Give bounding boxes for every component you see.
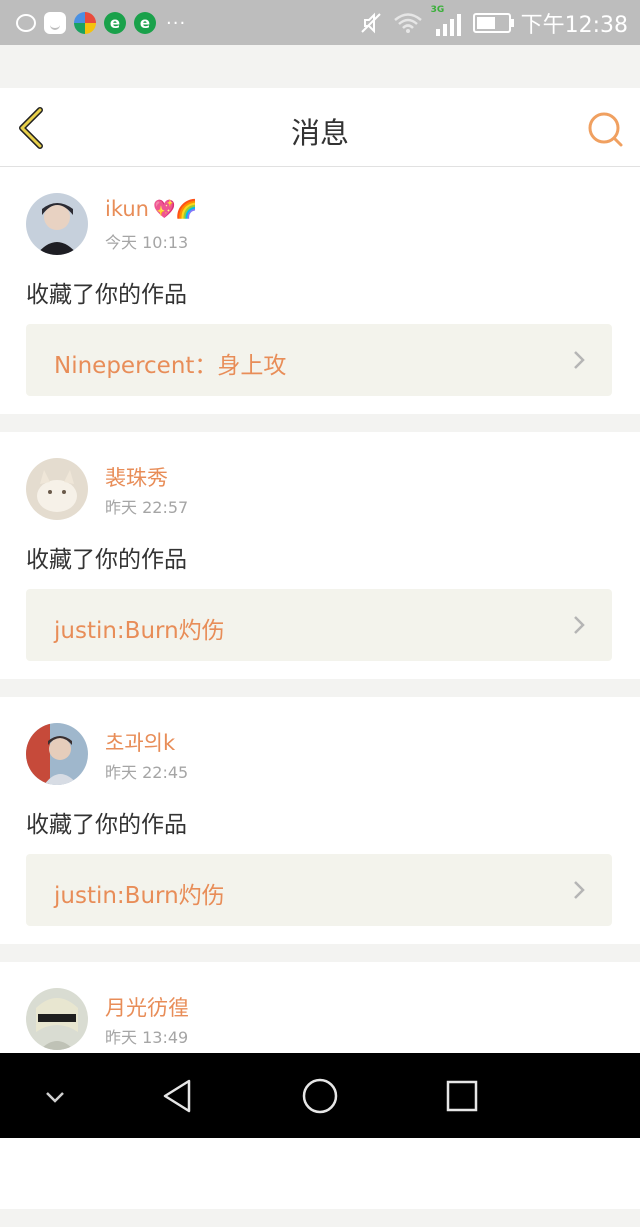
timestamp: 今天 10:13 (105, 233, 189, 252)
message-item: ikun 💖🌈 今天 10:13 收藏了你的作品 Ninepercent：身上攻 (0, 167, 640, 414)
chat-bubble-icon (16, 14, 36, 32)
nav-hide-button[interactable] (30, 1071, 80, 1121)
system-icons: 3G 下午12:38 (359, 5, 628, 40)
avatar[interactable] (26, 723, 88, 785)
avatar[interactable] (26, 458, 88, 520)
chevron-down-icon (46, 1092, 64, 1103)
top-bar: 消息 (0, 88, 640, 167)
username-text: 月光彷徨 (105, 996, 189, 1020)
circle-home-icon (302, 1078, 338, 1114)
mute-icon (360, 12, 381, 34)
battery-icon (472, 13, 514, 33)
spacer (0, 45, 640, 88)
work-link[interactable]: justin:Burn灼伤 (26, 854, 612, 926)
status-bar: e e ··· 3G 下午12:38 (0, 0, 640, 45)
nav-back-button[interactable] (153, 1071, 203, 1121)
username-text: ikun (105, 197, 149, 221)
more-notifications-icon: ··· (166, 12, 187, 34)
chevron-right-icon (574, 881, 585, 899)
system-nav-bar (0, 1053, 640, 1138)
work-title: justin:Burn灼伤 (54, 883, 225, 909)
username-text: 裴珠秀 (105, 466, 168, 490)
username[interactable]: 月光彷徨 (105, 992, 189, 1022)
username-text: 초과의k (105, 731, 176, 755)
username[interactable]: ikun 💖🌈 (105, 197, 198, 221)
username[interactable]: 裴珠秀 (105, 462, 168, 492)
square-recent-icon (446, 1080, 478, 1112)
chevron-right-icon (574, 616, 585, 634)
nav-home-button[interactable] (295, 1071, 345, 1121)
action-text: 收藏了你的作品 (26, 282, 187, 308)
work-title: justin:Burn灼伤 (54, 618, 225, 644)
notification-icons: e e ··· (16, 9, 186, 37)
message-item: 초과의k 昨天 22:45 收藏了你的作品 justin:Burn灼伤 (0, 697, 640, 944)
browser-e-icon: e (134, 12, 156, 34)
work-link[interactable]: justin:Burn灼伤 (26, 589, 612, 661)
browser-e-icon: e (104, 12, 126, 34)
work-title: Ninepercent：身上攻 (54, 353, 287, 379)
avatar[interactable] (26, 988, 88, 1050)
timestamp: 昨天 22:45 (105, 763, 189, 782)
action-text: 收藏了你的作品 (26, 812, 187, 838)
avatar[interactable] (26, 193, 88, 255)
page-title: 消息 (290, 116, 349, 150)
triangle-back-icon (163, 1079, 191, 1113)
clock: 下午12:38 (520, 13, 628, 38)
timestamp: 昨天 22:57 (105, 498, 189, 517)
cell-signal-icon: 3G (431, 5, 463, 37)
wifi-icon (393, 13, 422, 33)
nav-recent-button[interactable] (437, 1071, 487, 1121)
message-item: 裴珠秀 昨天 22:57 收藏了你的作品 justin:Burn灼伤 (0, 432, 640, 679)
timestamp: 昨天 13:49 (105, 1028, 189, 1047)
smiley-app-icon (44, 12, 66, 34)
search-icon (588, 112, 623, 147)
work-link[interactable]: Ninepercent：身上攻 (26, 324, 612, 396)
pinwheel-app-icon (74, 12, 96, 34)
username[interactable]: 초과의k (105, 727, 175, 757)
username-emoji: 💖🌈 (152, 198, 198, 220)
action-text: 收藏了你的作品 (26, 547, 187, 573)
search-button[interactable] (586, 110, 626, 150)
chevron-right-icon (574, 351, 585, 369)
